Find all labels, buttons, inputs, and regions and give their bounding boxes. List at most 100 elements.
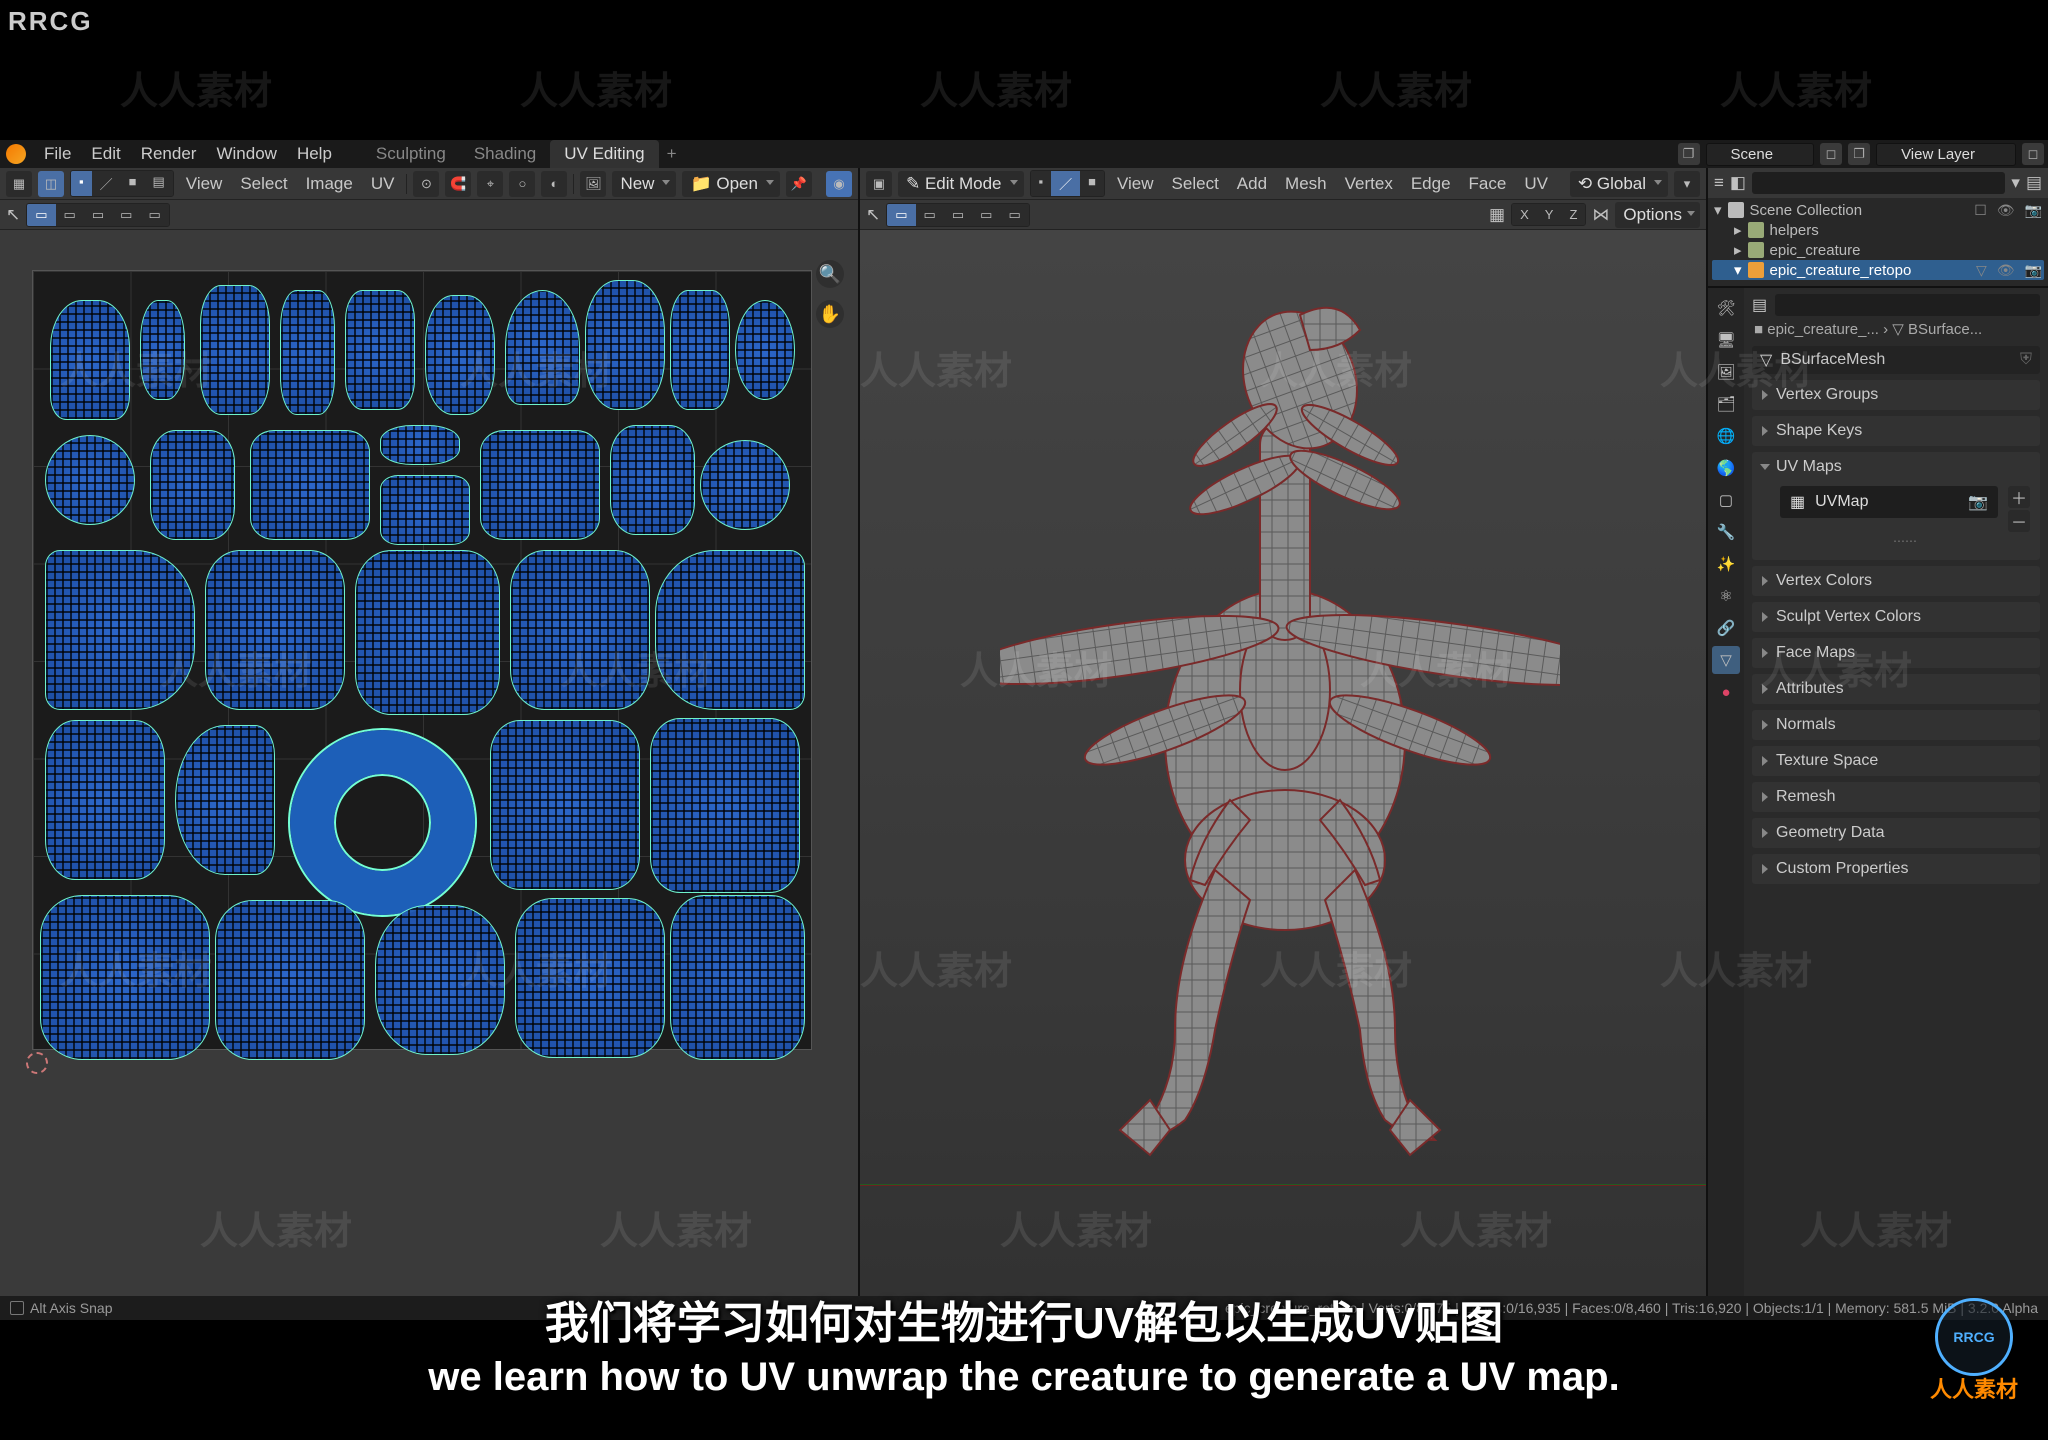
scene-name-field[interactable]: Scene (1706, 143, 1815, 166)
tab-shading[interactable]: Shading (460, 140, 550, 168)
uv-pivot-icon[interactable]: ⊙ (413, 171, 439, 197)
properties-search[interactable] (1775, 294, 2040, 316)
scene-browse-icon[interactable]: ❐ (1678, 143, 1700, 165)
cursor-tool-icon-3d[interactable]: ↖ (866, 205, 880, 225)
add-workspace-button[interactable]: + (659, 144, 685, 164)
selectbox-and-icon[interactable]: ▭ (1000, 204, 1028, 226)
section-shape-keys[interactable]: Shape Keys (1752, 416, 2040, 446)
section-custom-properties[interactable]: Custom Properties (1752, 854, 2040, 884)
uv-falloff-icon[interactable]: ◐ (541, 171, 567, 197)
outliner-new-collection-icon[interactable]: ▤ (2026, 173, 2042, 193)
uv-select-edge-icon[interactable]: ／ (92, 171, 121, 196)
properties-tab-modifiers-icon[interactable]: 🔧 (1712, 518, 1740, 546)
select-edge-icon[interactable]: ／ (1051, 171, 1080, 196)
uv-pin-icon[interactable]: 📌 (786, 171, 812, 197)
gizmo-x[interactable]: X (1512, 204, 1537, 225)
menu-edit[interactable]: Edit (81, 144, 130, 164)
outliner-scene-row[interactable]: ▾ Scene Collection ☐👁📷 (1712, 200, 2044, 220)
uv-new-button[interactable]: New (612, 171, 676, 197)
3d-viewport-canvas[interactable] (860, 230, 1706, 1296)
properties-tab-tool-icon[interactable]: 🛠 (1712, 294, 1740, 322)
outliner-item-epic-creature-retopo[interactable]: ▾ epic_creature_retopo ▽👁📷 (1712, 260, 2044, 280)
outliner-filter-icon[interactable]: ▾ (2011, 173, 2020, 193)
uvmap-list-item[interactable]: ▦ UVMap 📷 (1780, 486, 1998, 518)
properties-tab-world-icon[interactable]: 🌎 (1712, 454, 1740, 482)
section-geometry-data[interactable]: Geometry Data (1752, 818, 2040, 848)
uvmap-drag-handle-icon[interactable]: ⋯⋯ (1780, 532, 2030, 550)
menu-file[interactable]: File (34, 144, 81, 164)
mesh-name-field[interactable]: ▽BSurfaceMesh ⛨ (1752, 346, 2040, 374)
uvmap-remove-button[interactable]: － (2008, 510, 2030, 532)
uv-image-browse-icon[interactable]: 🖼 (580, 171, 606, 197)
selectbox-add-icon[interactable]: ▭ (916, 204, 944, 226)
uv-snap-mode-icon[interactable]: ⌖ (477, 171, 503, 197)
properties-tab-particles-icon[interactable]: ✨ (1712, 550, 1740, 578)
gizmo-y[interactable]: Y (1537, 204, 1562, 225)
properties-tab-render-icon[interactable]: 🖥 (1712, 326, 1740, 354)
select-vertex-icon[interactable]: ▪ (1031, 171, 1052, 196)
uv-select-face-icon[interactable]: ■ (121, 171, 145, 196)
uv-canvas[interactable]: 🔍 ✋ (0, 230, 858, 1296)
hide-eye-icon[interactable]: 👁 (1997, 262, 2015, 279)
properties-tab-output-icon[interactable]: 🖼 (1712, 358, 1740, 386)
automerge-icon[interactable]: ⋈ (1592, 205, 1609, 225)
properties-tab-material-icon[interactable]: ● (1712, 678, 1740, 706)
section-vertex-groups[interactable]: Vertex Groups (1752, 380, 2040, 410)
menu-window[interactable]: Window (206, 144, 286, 164)
3d-menu-add[interactable]: Add (1231, 174, 1273, 194)
uv-menu-image[interactable]: Image (300, 174, 359, 194)
section-texture-space[interactable]: Texture Space (1752, 746, 2040, 776)
outliner-type-icon[interactable]: ≡ (1714, 173, 1724, 193)
uv-select-island-icon[interactable]: ▤ (144, 171, 172, 196)
3d-menu-select[interactable]: Select (1166, 174, 1225, 194)
uv-menu-select[interactable]: Select (234, 174, 293, 194)
outliner-search[interactable] (1752, 172, 2005, 194)
properties-tab-physics-icon[interactable]: ⚛ (1712, 582, 1740, 610)
uv-selectbox-and-icon[interactable]: ▭ (140, 204, 168, 226)
outliner-display-mode-icon[interactable]: ◧ (1730, 173, 1746, 193)
section-remesh[interactable]: Remesh (1752, 782, 2040, 812)
uv-selectbox-new-icon[interactable]: ▭ (27, 204, 55, 226)
3d-menu-vertex[interactable]: Vertex (1339, 174, 1399, 194)
properties-tab-constraints-icon[interactable]: 🔗 (1712, 614, 1740, 642)
properties-tab-object-icon[interactable]: ▢ (1712, 486, 1740, 514)
exclude-collection-icon[interactable]: ☐ (1974, 202, 1987, 219)
cursor-tool-icon[interactable]: ↖ (6, 205, 20, 225)
uv-selectbox-xor-icon[interactable]: ▭ (112, 204, 140, 226)
3d-editor-type-icon[interactable]: ▣ (866, 171, 892, 197)
3d-menu-uv[interactable]: UV (1518, 174, 1554, 194)
uv-sync-selection-icon[interactable]: ◫ (38, 171, 64, 197)
mesh-display-icon[interactable]: ▦ (1489, 205, 1505, 225)
tab-sculpting[interactable]: Sculpting (362, 140, 460, 168)
section-face-maps[interactable]: Face Maps (1752, 638, 2040, 668)
properties-tab-viewlayer-icon[interactable]: 🗂 (1712, 390, 1740, 418)
properties-type-icon[interactable]: ▤ (1752, 295, 1767, 315)
tab-uv-editing[interactable]: UV Editing (550, 140, 658, 168)
uv-selectbox-sub-icon[interactable]: ▭ (84, 204, 112, 226)
3d-menu-view[interactable]: View (1111, 174, 1160, 194)
properties-tab-scene-icon[interactable]: 🌐 (1712, 422, 1740, 450)
3d-menu-mesh[interactable]: Mesh (1279, 174, 1333, 194)
selectbox-new-icon[interactable]: ▭ (887, 204, 915, 226)
menu-help[interactable]: Help (287, 144, 342, 164)
outliner-item-epic-creature[interactable]: ▸ epic_creature (1712, 240, 2044, 260)
section-attributes[interactable]: Attributes (1752, 674, 2040, 704)
zoom-widget-icon[interactable]: 🔍 (816, 260, 844, 288)
uv-snap-icon[interactable]: 🧲 (445, 171, 471, 197)
mode-selector[interactable]: ✎ Edit Mode (898, 171, 1024, 197)
uv-proportional-icon[interactable]: ○ (509, 171, 535, 197)
uv-editor-type-icon[interactable]: ▦ (6, 171, 32, 197)
section-sculpt-vertex-colors[interactable]: Sculpt Vertex Colors (1752, 602, 2040, 632)
gizmo-z[interactable]: Z (1561, 204, 1585, 225)
section-normals[interactable]: Normals (1752, 710, 2040, 740)
section-uv-maps[interactable]: UV Maps ▦ UVMap 📷 (1752, 452, 2040, 560)
uv-menu-uv[interactable]: UV (365, 174, 401, 194)
options-dropdown[interactable]: Options (1615, 202, 1700, 228)
hide-eye-icon[interactable]: 👁 (1997, 202, 2015, 219)
overlay-dropdown-icon[interactable]: ▾ (1674, 171, 1700, 197)
scene-new-icon[interactable]: ◻ (1820, 143, 1842, 165)
viewlayer-browse-icon[interactable]: ❐ (1848, 143, 1870, 165)
3d-menu-edge[interactable]: Edge (1405, 174, 1457, 194)
orientation-selector[interactable]: ⟲ Global (1570, 171, 1668, 197)
uv-select-vertex-icon[interactable]: ▪ (71, 171, 92, 196)
